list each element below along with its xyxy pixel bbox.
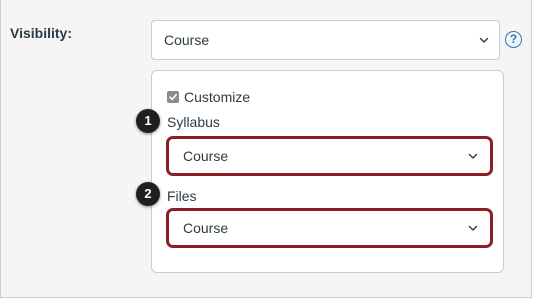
help-icon[interactable]: ?: [505, 31, 522, 48]
callout-badge-2: 2: [136, 182, 160, 206]
syllabus-label: Syllabus: [167, 114, 220, 130]
syllabus-highlight-frame: Course: [166, 136, 493, 176]
syllabus-select-value: Course: [183, 148, 229, 164]
files-label: Files: [167, 188, 197, 204]
customize-checkbox-row[interactable]: Customize: [167, 89, 250, 105]
visibility-label: Visibility:: [10, 25, 72, 41]
chevron-down-icon: [479, 37, 489, 43]
files-select-value: Course: [183, 220, 229, 236]
visibility-select-value: Course: [164, 32, 210, 48]
files-highlight-frame: Course: [166, 208, 493, 248]
chevron-down-icon: [468, 225, 478, 231]
syllabus-select[interactable]: Course: [171, 141, 488, 171]
chevron-down-icon: [468, 153, 478, 159]
customize-checkbox[interactable]: [167, 91, 179, 103]
callout-badge-1: 1: [136, 109, 160, 133]
checkmark-icon: [169, 93, 177, 101]
customize-label: Customize: [184, 89, 251, 105]
files-select[interactable]: Course: [171, 213, 488, 243]
visibility-select[interactable]: Course: [151, 20, 500, 60]
